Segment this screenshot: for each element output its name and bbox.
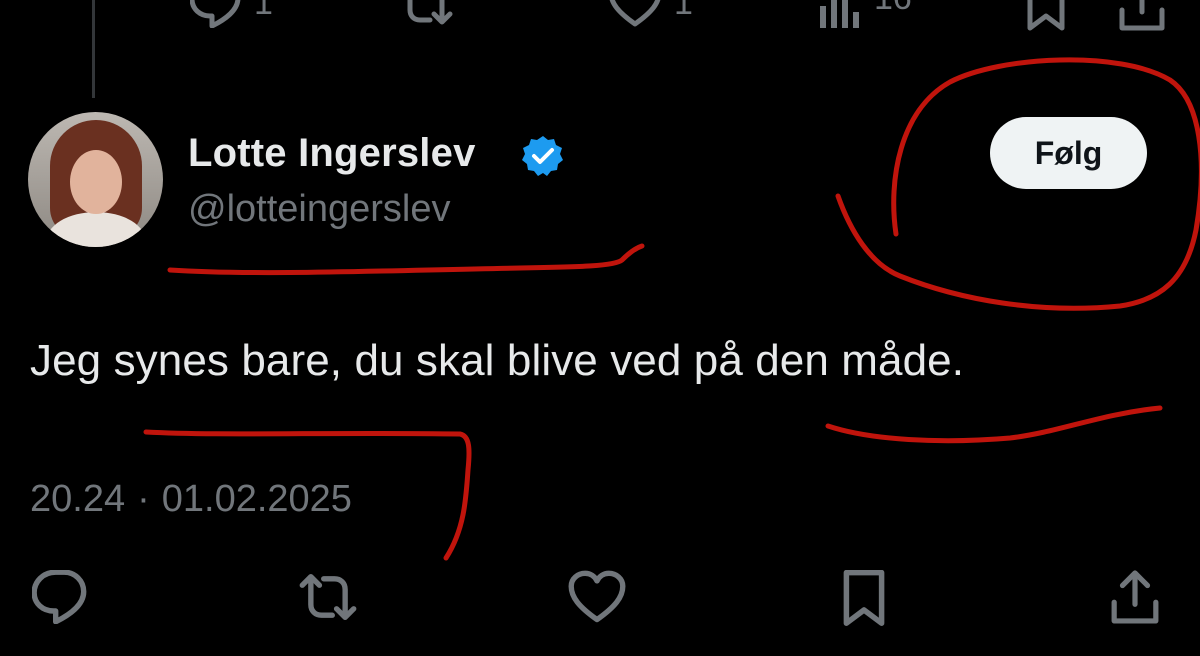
tweet-timestamp[interactable]: 20.24 · 01.02.2025 (30, 478, 352, 521)
like-count: 1 (674, 0, 693, 22)
tweet-text: Jeg synes bare, du skal blive ved på den… (30, 336, 965, 385)
verified-badge-icon (522, 136, 563, 176)
reply-icon (190, 0, 241, 28)
like-icon (609, 0, 661, 27)
share-icon (1119, 0, 1165, 31)
author-avatar[interactable] (28, 112, 163, 247)
tweet-time: 20.24 (30, 478, 126, 520)
like-button[interactable]: 1 (608, 0, 693, 28)
author-name[interactable]: Lotte Ingerslev (188, 131, 476, 176)
reply-button[interactable] (32, 570, 88, 624)
views-count: 16 (874, 0, 912, 18)
like-button[interactable] (568, 570, 626, 624)
retweet-button[interactable] (298, 570, 358, 624)
bookmark-icon (843, 570, 885, 626)
bookmark-button[interactable] (842, 570, 886, 628)
like-icon (568, 570, 626, 623)
bookmark-button[interactable] (1026, 0, 1066, 32)
views-icon (820, 0, 859, 28)
follow-button[interactable]: Følg (990, 117, 1147, 189)
previous-tweet-action-bar: 1 1 16 (0, 0, 1200, 40)
retweet-button[interactable] (398, 0, 454, 28)
retweet-icon (299, 573, 357, 621)
annotation-underline-text (825, 405, 1163, 444)
retweet-icon (407, 0, 453, 25)
reply-button[interactable]: 1 (190, 0, 273, 28)
tweet-date: 01.02.2025 (161, 478, 352, 520)
timestamp-separator: · (137, 478, 150, 520)
reply-icon (32, 570, 87, 624)
share-button[interactable] (1110, 570, 1160, 626)
share-button[interactable] (1118, 0, 1166, 32)
reply-count: 1 (254, 0, 273, 22)
bookmark-icon (1027, 0, 1065, 31)
author-handle[interactable]: @lotteingerslev (188, 188, 450, 231)
annotation-underline-handle (167, 243, 645, 276)
share-icon (1111, 570, 1159, 624)
views-button[interactable]: 16 (818, 0, 912, 30)
red-annotation-marks (143, 57, 1200, 561)
